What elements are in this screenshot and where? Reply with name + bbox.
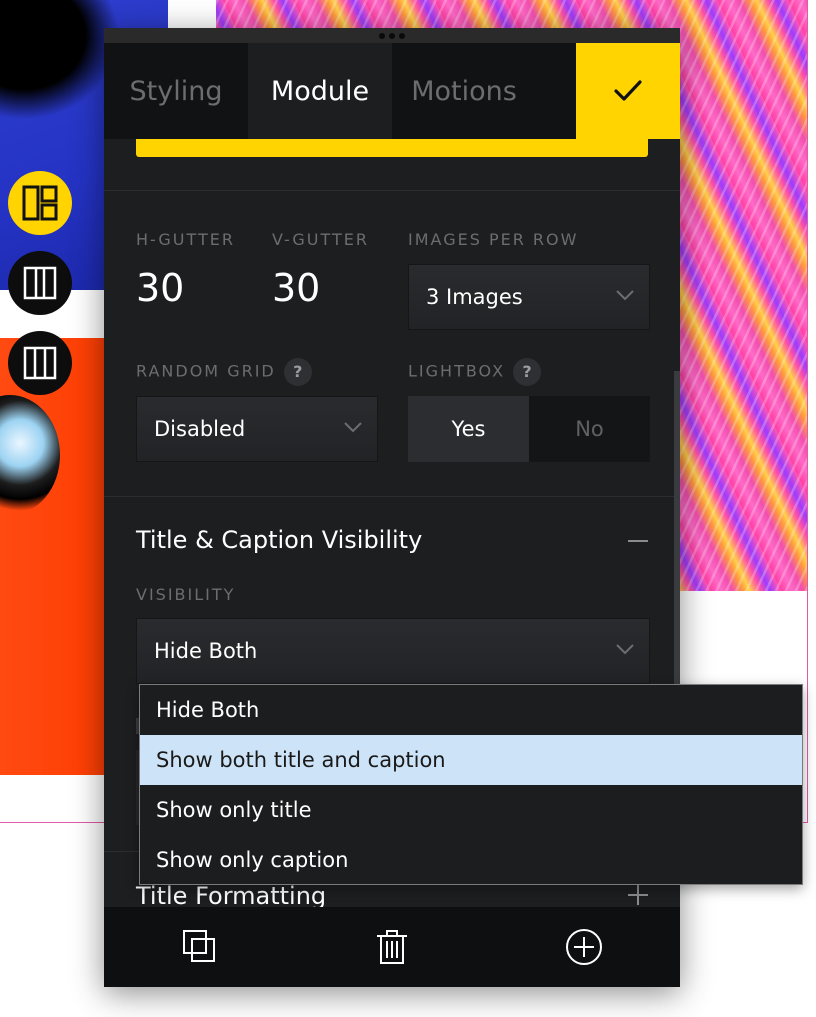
duplicate-icon[interactable] bbox=[180, 927, 220, 967]
panel-footer bbox=[104, 907, 680, 987]
chevron-down-icon bbox=[616, 290, 634, 301]
section-divider bbox=[104, 190, 680, 191]
h-gutter-value[interactable]: 30 bbox=[136, 266, 184, 310]
background-dark-paint bbox=[0, 0, 120, 120]
random-grid-value: Disabled bbox=[154, 417, 246, 441]
dropdown-option-show-title[interactable]: Show only title bbox=[140, 785, 802, 835]
guide-line-vertical bbox=[807, 0, 808, 822]
dropdown-option-show-both[interactable]: Show both title and caption bbox=[140, 735, 802, 785]
visibility-label: VISIBILITY bbox=[136, 585, 236, 604]
two-columns-icon bbox=[23, 266, 57, 300]
images-per-row-select[interactable]: 3 Images bbox=[408, 264, 650, 330]
add-circle-icon[interactable] bbox=[564, 927, 604, 967]
random-grid-label: RANDOM GRID? bbox=[136, 358, 312, 386]
lightbox-toggle: Yes No bbox=[408, 396, 650, 462]
drag-dot bbox=[389, 32, 395, 39]
yellow-field-remnant bbox=[136, 139, 648, 157]
dropdown-option-show-caption[interactable]: Show only caption bbox=[140, 835, 802, 885]
chevron-down-icon bbox=[344, 422, 362, 433]
random-grid-label-text: RANDOM GRID bbox=[136, 361, 276, 381]
tab-bar: Styling Module Motions bbox=[104, 43, 680, 139]
trash-icon[interactable] bbox=[372, 927, 412, 967]
lightbox-label-text: LIGHTBOX bbox=[408, 361, 506, 381]
collapse-minus-icon[interactable] bbox=[628, 531, 648, 551]
title-formatting-section-title[interactable]: Title Formatting bbox=[136, 882, 326, 910]
two-columns-button[interactable] bbox=[8, 251, 72, 315]
random-grid-select[interactable]: Disabled bbox=[136, 396, 378, 462]
help-icon[interactable]: ? bbox=[283, 358, 312, 386]
visibility-select[interactable]: Hide Both bbox=[136, 618, 650, 684]
tab-motions[interactable]: Motions bbox=[392, 43, 536, 139]
lightbox-label: LIGHTBOX? bbox=[408, 358, 542, 386]
images-per-row-label: IMAGES PER ROW bbox=[408, 230, 579, 249]
confirm-button[interactable] bbox=[576, 43, 680, 139]
help-icon[interactable]: ? bbox=[513, 358, 542, 386]
section-divider bbox=[104, 496, 680, 497]
v-gutter-label: V-GUTTER bbox=[272, 230, 369, 249]
tab-module[interactable]: Module bbox=[248, 43, 392, 139]
layout-grid-icon bbox=[22, 185, 58, 221]
drag-dot bbox=[399, 32, 405, 39]
drag-dot bbox=[379, 32, 385, 39]
three-columns-button[interactable] bbox=[8, 331, 72, 395]
lightbox-yes-button[interactable]: Yes bbox=[408, 396, 529, 462]
images-per-row-value: 3 Images bbox=[426, 285, 523, 309]
visibility-dropdown-list: Hide Both Show both title and caption Sh… bbox=[139, 684, 803, 885]
drag-handle[interactable] bbox=[104, 28, 680, 43]
checkmark-icon bbox=[614, 80, 642, 101]
visibility-section-title[interactable]: Title & Caption Visibility bbox=[136, 526, 422, 554]
h-gutter-label: H-GUTTER bbox=[136, 230, 235, 249]
expand-plus-icon[interactable] bbox=[628, 885, 648, 905]
lightbox-no-button[interactable]: No bbox=[529, 396, 650, 462]
visibility-value: Hide Both bbox=[154, 639, 258, 663]
panel-scrollbar[interactable] bbox=[674, 371, 680, 711]
tab-styling[interactable]: Styling bbox=[104, 43, 248, 139]
layout-grid-button[interactable] bbox=[8, 171, 72, 235]
dropdown-option-hide-both[interactable]: Hide Both bbox=[140, 685, 802, 735]
v-gutter-value[interactable]: 30 bbox=[272, 266, 320, 310]
three-columns-icon bbox=[23, 346, 57, 380]
chevron-down-icon bbox=[616, 644, 634, 655]
